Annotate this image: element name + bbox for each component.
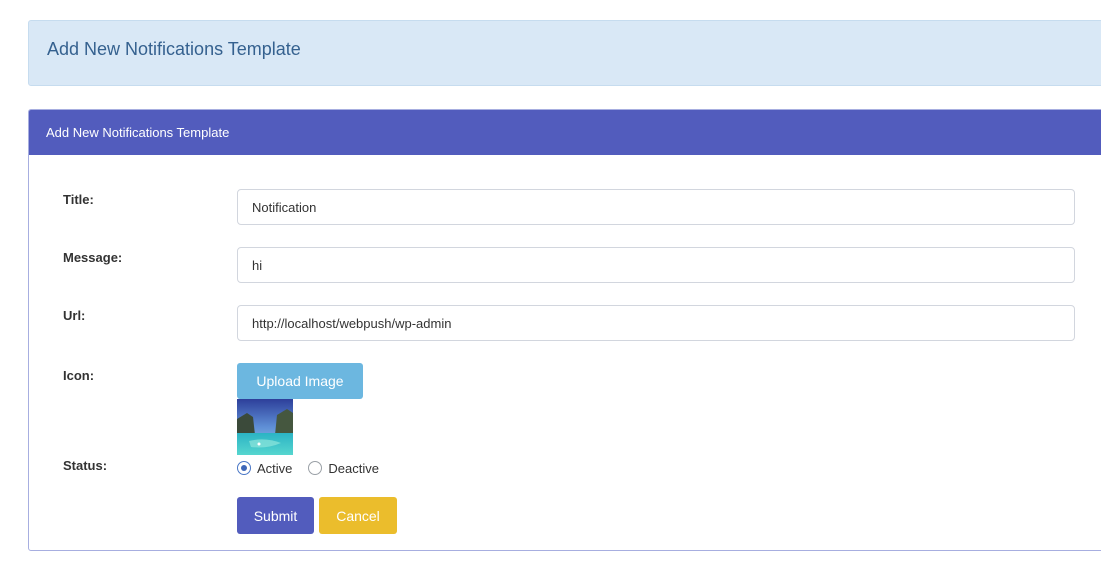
url-input[interactable] bbox=[237, 305, 1075, 341]
active-radio-label: Active bbox=[257, 460, 293, 476]
message-input[interactable] bbox=[237, 247, 1075, 283]
title-input[interactable] bbox=[237, 189, 1075, 225]
notification-template-panel: Add New Notifications Template Title: Me… bbox=[28, 109, 1101, 551]
message-label: Message: bbox=[63, 250, 123, 265]
url-label: Url: bbox=[63, 308, 86, 323]
landscape-thumbnail-icon bbox=[237, 399, 293, 455]
status-radio-group: Active Deactive bbox=[237, 457, 395, 479]
icon-label: Icon: bbox=[63, 368, 95, 383]
title-label: Title: bbox=[63, 192, 94, 207]
page-title: Add New Notifications Template bbox=[47, 39, 301, 59]
upload-image-button[interactable]: Upload Image bbox=[237, 363, 363, 399]
status-option-deactive[interactable]: Deactive bbox=[308, 461, 379, 476]
deactive-radio-label: Deactive bbox=[328, 460, 379, 476]
panel-heading: Add New Notifications Template bbox=[29, 110, 1101, 155]
cancel-button[interactable]: Cancel bbox=[319, 497, 397, 534]
submit-button[interactable]: Submit bbox=[237, 497, 314, 534]
deactive-radio[interactable] bbox=[308, 461, 323, 475]
status-label: Status: bbox=[63, 458, 108, 473]
icon-preview-image bbox=[237, 399, 293, 455]
active-radio[interactable] bbox=[237, 461, 251, 475]
page-header: Add New Notifications Template bbox=[28, 20, 1101, 86]
status-option-active[interactable]: Active bbox=[237, 461, 292, 476]
